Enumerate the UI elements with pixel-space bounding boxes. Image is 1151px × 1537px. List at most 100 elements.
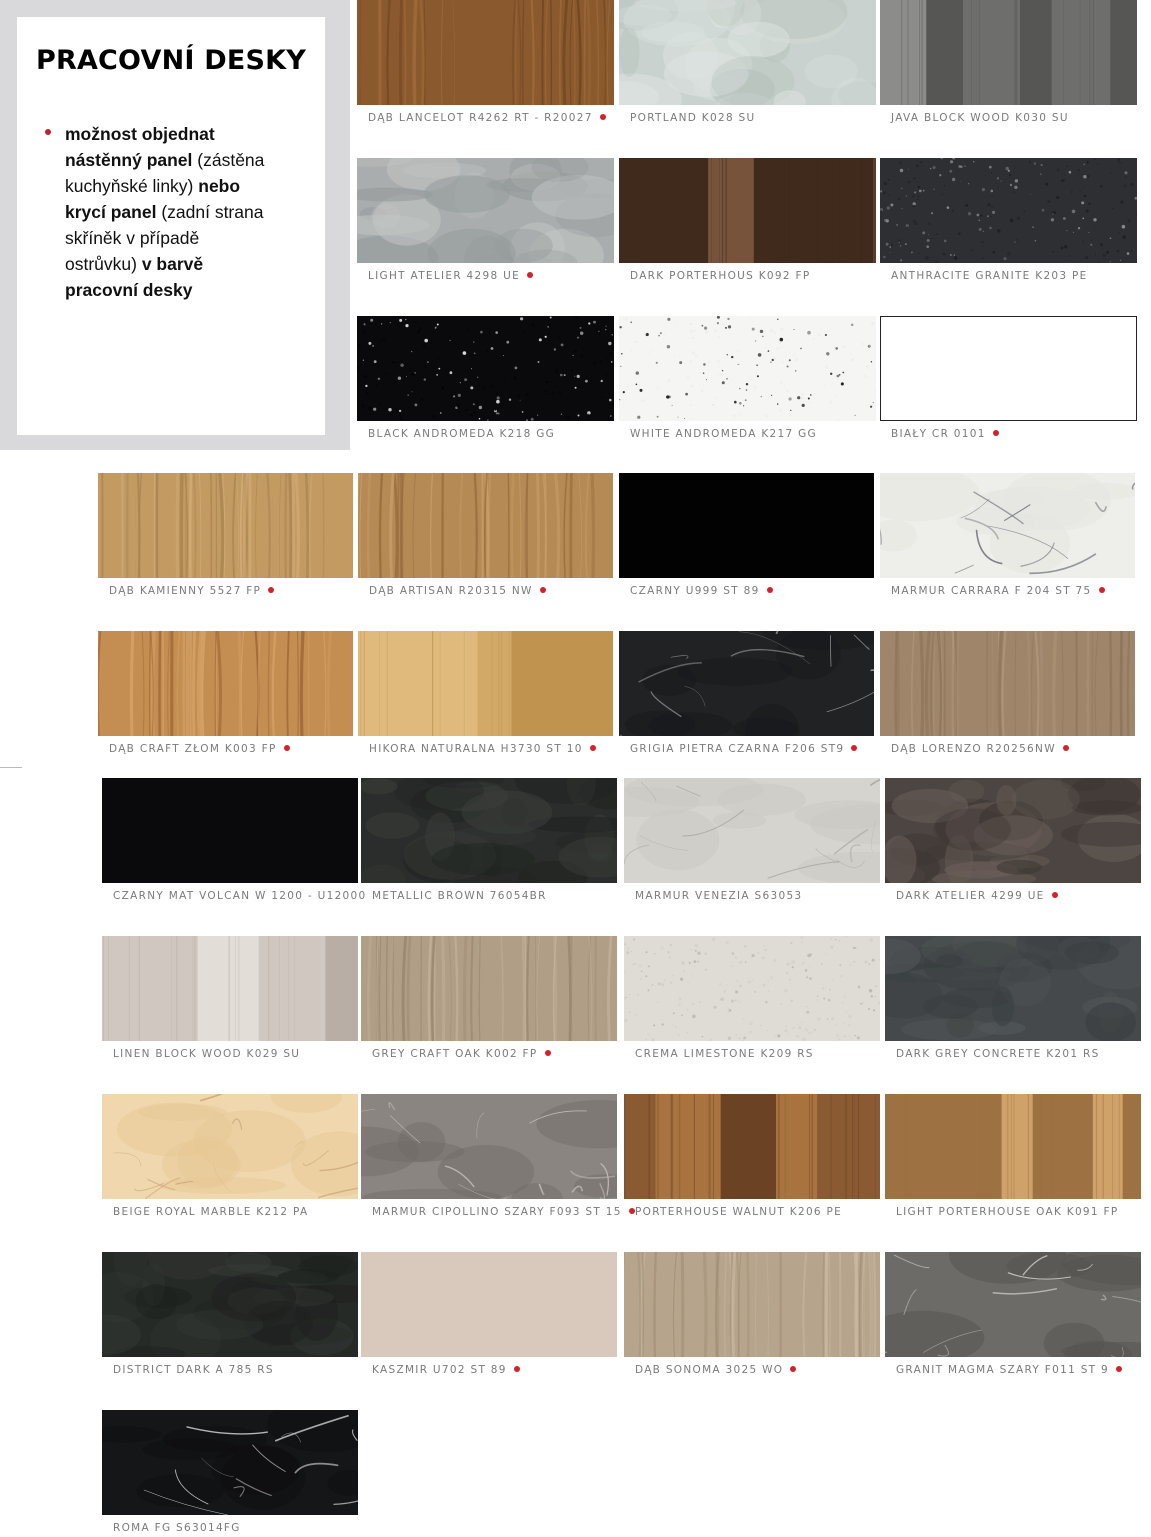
swatch-name: BIAŁY CR 0101 (891, 428, 986, 440)
swatch-label: DARK ATELIER 4299 UE (896, 890, 1058, 902)
swatch-label: CZARNY U999 ST 89 (630, 585, 773, 597)
swatch-label: ANTHRACITE GRANITE K203 PE (891, 270, 1088, 282)
swatch-card: MARMUR VENEZIA S63053 (624, 778, 880, 904)
swatch-sample-image (880, 473, 1135, 578)
swatch-name: CZARNY MAT VOLCAN W 1200 - U12000 (113, 890, 367, 902)
swatch-name: DĄB LANCELOT R4262 RT - R20027 (368, 112, 593, 124)
swatch-sample-image (102, 936, 358, 1041)
swatch-label: BEIGE ROYAL MARBLE K212 PA (113, 1206, 308, 1218)
swatch-sample-image (880, 316, 1137, 421)
swatch-card: DĄB LORENZO R20256NW (880, 631, 1135, 757)
note-line: krycí panel (zadní strana (65, 199, 315, 225)
swatch-sample-image (98, 631, 353, 736)
swatch-name: DĄB KAMIENNY 5527 FP (109, 585, 262, 597)
swatch-label: CZARNY MAT VOLCAN W 1200 - U12000 (113, 890, 367, 902)
swatch-label: DISTRICT DARK A 785 RS (113, 1364, 274, 1376)
swatch-sample-image (102, 1094, 358, 1199)
availability-dot-icon (1098, 587, 1105, 593)
swatch-sample-image (624, 936, 880, 1041)
swatch-name: GRANIT MAGMA SZARY F011 ST 9 (896, 1364, 1109, 1376)
swatch-card: JAVA BLOCK WOOD K030 SU (880, 0, 1137, 126)
note-text: (zástěna (192, 150, 265, 170)
note-bold-text: krycí panel (65, 202, 157, 222)
swatch-card: METALLIC BROWN 76054BR (361, 778, 617, 904)
note-line: kuchyňské linky) nebo (65, 173, 315, 199)
swatch-card: DĄB LANCELOT R4262 RT - R20027 (357, 0, 614, 126)
swatch-name: GREY CRAFT OAK K002 FP (372, 1048, 538, 1060)
swatch-sample-image (361, 778, 617, 883)
swatch-name: PORTLAND K028 SU (630, 112, 756, 124)
note-bold-text: nástěnný panel (65, 150, 193, 170)
availability-dot-icon (851, 745, 858, 751)
swatch-sample-image (98, 473, 353, 578)
swatch-label: PORTLAND K028 SU (630, 112, 756, 124)
swatch-name: METALLIC BROWN 76054BR (372, 890, 547, 902)
swatch-sample-image (624, 1252, 880, 1357)
swatch-sample-image (357, 316, 614, 421)
swatch-name: GRIGIA PIETRA CZARNA F206 ST9 (630, 743, 845, 755)
swatch-card: MARMUR CIPOLLINO SZARY F093 ST 15 (361, 1094, 635, 1220)
swatch-card: GREY CRAFT OAK K002 FP (361, 936, 617, 1062)
swatch-card: CZARNY U999 ST 89 (619, 473, 874, 599)
swatch-name: DARK ATELIER 4299 UE (896, 890, 1045, 902)
swatch-sample-image (619, 631, 874, 736)
swatch-label: DĄB KAMIENNY 5527 FP (109, 585, 275, 597)
availability-dot-icon (766, 587, 773, 593)
swatch-sample-image (357, 158, 614, 263)
swatch-card: DARK ATELIER 4299 UE (885, 778, 1141, 904)
swatch-card: LIGHT ATELIER 4298 UE (357, 158, 614, 284)
swatch-card: KASZMIR U702 ST 89 (361, 1252, 617, 1378)
swatch-sample-image (880, 158, 1137, 263)
swatch-sample-image (885, 1252, 1141, 1357)
swatch-card: CZARNY MAT VOLCAN W 1200 - U12000 (102, 778, 365, 904)
note-line: možnost objednat (65, 121, 315, 147)
swatch-label: WHITE ANDROMEDA K217 GG (630, 428, 817, 440)
availability-dot-icon (544, 1050, 551, 1056)
note-line: skříněk v případě (65, 225, 315, 251)
swatch-card: WHITE ANDROMEDA K217 GG (619, 316, 876, 442)
swatch-name: BEIGE ROYAL MARBLE K212 PA (113, 1206, 309, 1218)
side-divider (0, 767, 22, 768)
swatch-sample-image (361, 1252, 617, 1357)
info-box: PRACOVNÍ DESKY možnost objednat nástěnný … (17, 17, 325, 435)
swatch-sample-image (102, 1252, 358, 1357)
swatch-card: DARK GREY CONCRETE K201 RS (885, 936, 1141, 1062)
swatch-label: LINEN BLOCK WOOD K029 SU (113, 1048, 300, 1060)
note-bold-text: možnost objednat (65, 124, 215, 144)
swatch-card: GRIGIA PIETRA CZARNA F206 ST9 (619, 631, 874, 757)
availability-dot-icon (268, 587, 275, 593)
swatch-label: CREMA LIMESTONE K209 RS (635, 1048, 814, 1060)
swatch-label: KASZMIR U702 ST 89 (372, 1364, 520, 1376)
swatch-label: BLACK ANDROMEDA K218 GG (368, 428, 555, 440)
swatch-name: LINEN BLOCK WOOD K029 SU (113, 1048, 301, 1060)
swatch-label: PORTERHOUSE WALNUT K206 PE (635, 1206, 842, 1218)
note-bold-text: v barvě (141, 254, 204, 274)
swatch-label: DĄB CRAFT ZŁOM K003 FP (109, 743, 290, 755)
swatch-sample-image (619, 473, 874, 578)
swatch-sample-image (619, 0, 876, 105)
swatch-sample-image (619, 316, 876, 421)
swatch-name: LIGHT PORTERHOUSE OAK K091 FP (896, 1206, 1119, 1218)
swatch-name: CZARNY U999 ST 89 (630, 585, 760, 597)
swatch-name: LIGHT ATELIER 4298 UE (368, 270, 521, 282)
swatch-label: GRANIT MAGMA SZARY F011 ST 9 (896, 1364, 1122, 1376)
swatch-sample-image (361, 1094, 617, 1199)
swatch-card: DISTRICT DARK A 785 RS (102, 1252, 358, 1378)
swatch-sample-image (358, 631, 613, 736)
swatch-card: DARK PORTERHOUS K092 FP (619, 158, 876, 284)
swatch-label: DĄB ARTISAN R20315 NW (369, 585, 546, 597)
swatch-sample-image (358, 473, 613, 578)
swatch-name: JAVA BLOCK WOOD K030 SU (891, 112, 1069, 124)
swatch-card: LIGHT PORTERHOUSE OAK K091 FP (885, 1094, 1141, 1220)
swatch-label: METALLIC BROWN 76054BR (372, 890, 547, 902)
swatch-name: MARMUR CIPOLLINO SZARY F093 ST 15 (372, 1206, 622, 1218)
swatch-sample-image (102, 1410, 358, 1515)
swatch-card: BEIGE ROYAL MARBLE K212 PA (102, 1094, 358, 1220)
swatch-name: DARK GREY CONCRETE K201 RS (896, 1048, 1100, 1060)
note-line: pracovní desky (65, 277, 315, 303)
swatch-card: GRANIT MAGMA SZARY F011 ST 9 (885, 1252, 1141, 1378)
swatch-card: PORTLAND K028 SU (619, 0, 876, 126)
note-line: nástěnný panel (zástěna (65, 147, 315, 173)
panel-note: možnost objednat nástěnný panel (zástěna … (65, 121, 315, 303)
swatch-name: ANTHRACITE GRANITE K203 PE (891, 270, 1088, 282)
